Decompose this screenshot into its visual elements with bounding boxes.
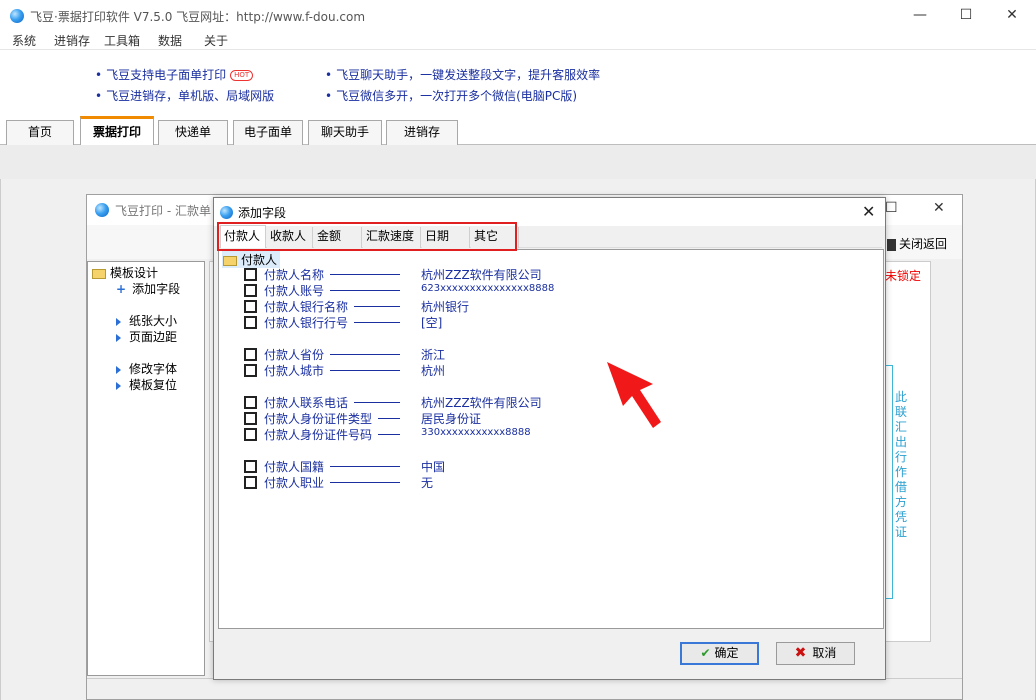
tab-receipt-print[interactable]: 票据打印	[80, 116, 154, 145]
tab-chat-assistant[interactable]: 聊天助手	[308, 120, 382, 145]
child-logo-icon	[95, 203, 109, 217]
triangle-right-icon	[116, 317, 121, 326]
field-checkbox[interactable]	[244, 348, 257, 361]
triangle-right-icon	[116, 381, 121, 390]
bullet-icon: •	[325, 68, 333, 82]
tree-item-change-font[interactable]: 修改字体	[116, 360, 177, 377]
voucher-vertical-text: 此联汇出行作借方凭证	[894, 390, 907, 539]
child-close-icon[interactable]: ✕	[933, 200, 945, 216]
main-tab-bar: 首页 票据打印 快递单 电子面单 聊天助手 进销存	[0, 113, 1036, 145]
tree-item-paper-size[interactable]: 纸张大小	[116, 312, 177, 329]
template-tree-panel: 模板设计 + 添加字段 纸张大小 页面边距 修改字体 模板复位	[87, 261, 205, 676]
connector-line	[354, 306, 400, 307]
dialog-title: 添加字段	[238, 206, 287, 220]
exit-door-icon	[887, 238, 896, 251]
connector-line	[330, 354, 400, 355]
cross-icon: ✖	[794, 645, 807, 661]
close-return-button[interactable]: 关闭返回	[887, 235, 947, 252]
connector-line	[330, 370, 400, 371]
toolbar-strip	[0, 145, 1036, 179]
field-checkbox[interactable]	[244, 300, 257, 313]
close-button[interactable]: ✕	[989, 4, 1035, 26]
bullet-icon: •	[95, 89, 103, 103]
app-titlebar: 飞豆·票据打印软件 V7.5.0 飞豆网址：http://www.f-dou.c…	[0, 0, 1036, 30]
field-checkbox[interactable]	[244, 396, 257, 409]
menu-toolbox[interactable]: 工具箱	[104, 32, 140, 49]
field-checkbox[interactable]	[244, 428, 257, 441]
connector-line	[378, 434, 400, 435]
child-title: 飞豆打印 - 汇款单	[115, 204, 211, 218]
folder-icon	[92, 268, 106, 279]
bullet-icon: •	[95, 68, 103, 82]
field-checkbox[interactable]	[244, 412, 257, 425]
menu-system[interactable]: 系统	[12, 32, 36, 49]
child-maximize-icon[interactable]: ☐	[885, 200, 898, 216]
connector-line	[330, 274, 400, 275]
tree-item-reset-template[interactable]: 模板复位	[116, 376, 177, 393]
minimize-button[interactable]: —	[897, 4, 943, 26]
dialog-logo-icon	[220, 206, 233, 219]
connector-line	[378, 418, 400, 419]
field-checkbox[interactable]	[244, 460, 257, 473]
add-field-dialog: 添加字段 ✕ 付款人 收款人 金额 汇款速度 日期 其它 付款人 付款人名称 杭…	[213, 197, 886, 680]
tab-home[interactable]: 首页	[6, 120, 74, 145]
promo-area: • 飞豆支持电子面单打印 HOT • 飞豆聊天助手，一键发送整段文字，提升客服效率 •…	[0, 51, 1036, 113]
maximize-button[interactable]: ☐	[943, 4, 989, 26]
cancel-button[interactable]: ✖ 取消	[776, 642, 855, 665]
tree-item-add-field[interactable]: + 添加字段	[116, 280, 180, 297]
tab-ewaybill[interactable]: 电子面单	[233, 120, 303, 145]
dialog-close-icon[interactable]: ✕	[862, 202, 875, 221]
connector-line	[330, 466, 400, 467]
field-checkbox[interactable]	[244, 284, 257, 297]
field-checkbox[interactable]	[244, 268, 257, 281]
hot-badge: HOT	[230, 70, 254, 81]
promo-link-ewaybill[interactable]: • 飞豆支持电子面单打印 HOT	[95, 66, 254, 83]
plus-icon: +	[116, 282, 127, 296]
triangle-right-icon	[116, 333, 121, 342]
field-checkbox[interactable]	[244, 476, 257, 489]
connector-line	[354, 322, 400, 323]
connector-line	[330, 290, 400, 291]
tree-item-page-margin[interactable]: 页面边距	[116, 328, 177, 345]
checkmark-icon: ✔	[700, 646, 711, 660]
menu-data[interactable]: 数据	[158, 32, 182, 49]
field-checkbox[interactable]	[244, 316, 257, 329]
promo-link-inventory[interactable]: • 飞豆进销存，单机版、局域网版	[95, 87, 274, 104]
ok-button[interactable]: ✔ 确定	[680, 642, 759, 665]
lock-status: 未锁定	[885, 269, 922, 283]
promo-link-wechat[interactable]: • 飞豆微信多开，一次打开多个微信(电脑PC版)	[325, 87, 577, 104]
connector-line	[330, 482, 400, 483]
folder-icon	[223, 255, 237, 266]
menu-bar: 系统 进销存 工具箱 数据 关于	[0, 30, 1036, 50]
connector-line	[354, 402, 400, 403]
horizontal-scrollbar[interactable]	[87, 678, 962, 699]
annotation-arrow-icon	[607, 362, 661, 428]
tab-express[interactable]: 快递单	[158, 120, 228, 145]
field-checkbox[interactable]	[244, 364, 257, 377]
tab-highlight-box	[217, 222, 517, 251]
promo-link-chat-assistant[interactable]: • 飞豆聊天助手，一键发送整段文字，提升客服效率	[325, 66, 600, 83]
bullet-icon: •	[325, 89, 333, 103]
app-title: 飞豆·票据打印软件 V7.5.0 飞豆网址：http://www.f-dou.c…	[30, 10, 366, 24]
triangle-right-icon	[116, 365, 121, 374]
tree-root-template-design[interactable]: 模板设计	[92, 264, 158, 281]
tab-inventory[interactable]: 进销存	[386, 120, 458, 145]
field-list-panel: 付款人 付款人名称 杭州ZZZ软件有限公司 付款人账号 623xxxxxxxxx…	[218, 249, 884, 629]
menu-inventory[interactable]: 进销存	[54, 32, 90, 49]
menu-about[interactable]: 关于	[204, 32, 228, 49]
app-logo-icon	[10, 9, 24, 23]
